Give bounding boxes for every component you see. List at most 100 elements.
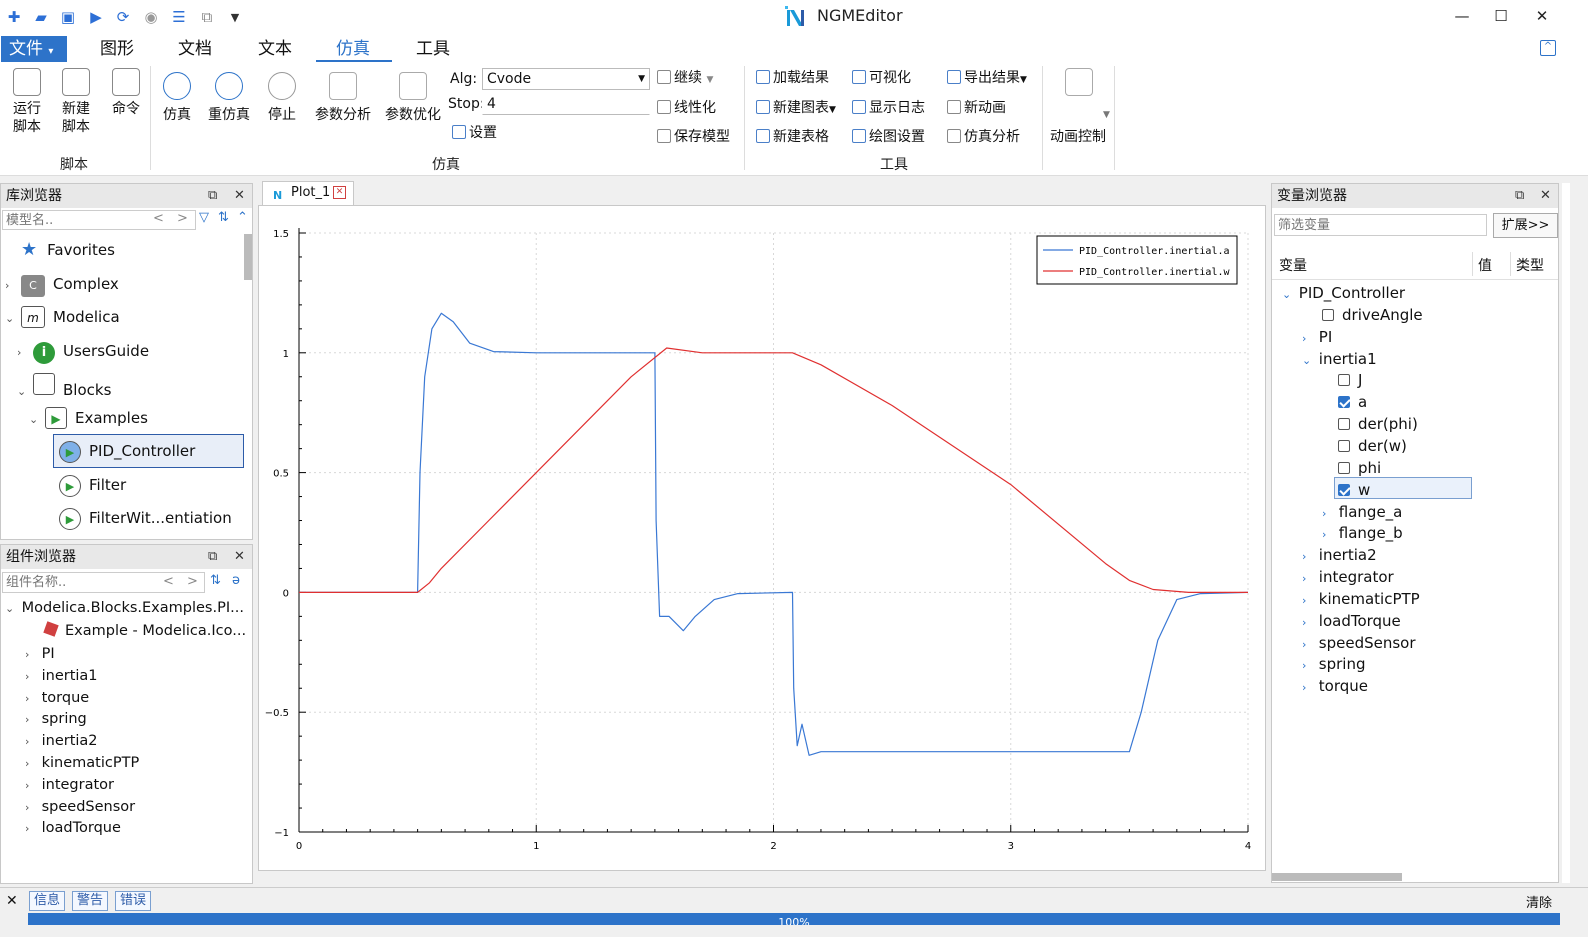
- component-item[interactable]: › spring: [25, 708, 87, 730]
- float-panel-icon[interactable]: ⧉: [208, 545, 217, 569]
- chevron-left-icon[interactable]: <: [163, 574, 174, 589]
- continue-button[interactable]: 继续 ▼: [657, 67, 713, 89]
- collapse-ribbon-icon[interactable]: ^: [1540, 40, 1556, 56]
- filter-icon[interactable]: ▽: [199, 210, 209, 225]
- library-item-filter-diff[interactable]: ▶ FilterWit...entiation: [59, 507, 232, 530]
- component-item[interactable]: › inertia2: [25, 730, 98, 752]
- variable-filter-input[interactable]: [1274, 214, 1487, 236]
- visualize-button[interactable]: 可视化: [852, 67, 911, 89]
- stop-icon[interactable]: ◉: [141, 7, 161, 27]
- close-panel-icon[interactable]: ✕: [1540, 184, 1551, 208]
- sim-analysis-button[interactable]: 仿真分析: [947, 126, 1020, 148]
- column-variable[interactable]: 变量: [1279, 255, 1307, 275]
- variable-checkbox[interactable]: [1338, 374, 1350, 387]
- new-animation-button[interactable]: 新动画: [947, 97, 1006, 119]
- variable-row[interactable]: › torque: [1302, 675, 1368, 697]
- refresh-icon[interactable]: ǝ: [232, 573, 240, 588]
- variable-row[interactable]: › flange_b: [1322, 522, 1403, 544]
- new-chart-button[interactable]: 新建图表▼: [756, 97, 836, 119]
- variable-row[interactable]: › flange_a: [1322, 501, 1402, 523]
- component-item[interactable]: › loadTorque: [25, 817, 121, 839]
- plot-settings-button[interactable]: 绘图设置: [852, 126, 925, 148]
- tab-plot-1[interactable]: N Plot_1 ✕: [262, 181, 354, 205]
- variable-row[interactable]: a: [1338, 391, 1367, 413]
- sort-icon[interactable]: ⇅: [210, 573, 221, 588]
- variable-checkbox[interactable]: [1338, 439, 1350, 452]
- component-search-input[interactable]: [2, 572, 205, 593]
- variable-row[interactable]: › loadTorque: [1302, 610, 1401, 632]
- float-panel-icon[interactable]: ⧉: [208, 184, 217, 208]
- rerun-icon[interactable]: ⟳: [113, 7, 133, 27]
- component-example[interactable]: Example - Modelica.Ico...: [43, 620, 246, 642]
- variable-row[interactable]: driveAngle: [1322, 304, 1423, 326]
- component-item[interactable]: › inertia1: [25, 665, 98, 687]
- library-item-filter[interactable]: ▶ Filter: [59, 474, 126, 497]
- chevron-down-icon[interactable]: ▼: [1103, 110, 1110, 120]
- variable-row[interactable]: › PI: [1302, 326, 1332, 348]
- variable-row[interactable]: phi: [1338, 457, 1381, 479]
- collapse-all-icon[interactable]: ⌃: [237, 210, 248, 225]
- chevron-left-icon[interactable]: <: [153, 211, 164, 226]
- resimulate-button[interactable]: 重仿真: [204, 72, 254, 124]
- plot-area[interactable]: 0 1 2 3 4 1.5 1 0.5 0 −0.5 −1 PID_Controller.inerti…: [258, 205, 1266, 871]
- alg-select[interactable]: Cvode ▼: [482, 68, 650, 90]
- open-folder-icon[interactable]: ▰: [31, 7, 51, 27]
- export-results-button[interactable]: 导出结果▼: [947, 67, 1027, 89]
- variable-row[interactable]: ⌄ inertia1: [1302, 348, 1377, 370]
- param-opt-button[interactable]: 参数优化: [380, 72, 446, 124]
- component-root[interactable]: ⌄ Modelica.Blocks.Examples.PI...: [5, 597, 244, 619]
- variable-row[interactable]: › integrator: [1302, 566, 1394, 588]
- code-icon[interactable]: ⧉: [197, 7, 217, 27]
- chevron-right-icon[interactable]: >: [177, 211, 188, 226]
- settings-list-icon[interactable]: ☰: [169, 7, 189, 27]
- variable-row[interactable]: der(phi): [1338, 413, 1418, 435]
- show-log-button[interactable]: 显示日志: [852, 97, 925, 119]
- command-button[interactable]: 命令: [106, 68, 146, 118]
- param-analysis-button[interactable]: 参数分析: [310, 72, 376, 124]
- tab-graphics[interactable]: 图形: [94, 36, 140, 62]
- close-panel-icon[interactable]: ✕: [234, 184, 245, 208]
- close-messages-icon[interactable]: ✕: [6, 893, 18, 909]
- run-icon[interactable]: ▶: [86, 7, 106, 27]
- scrollbar-thumb[interactable]: [244, 234, 252, 280]
- tab-text[interactable]: 文本: [252, 36, 298, 62]
- column-type[interactable]: 类型: [1516, 255, 1544, 275]
- tab-error[interactable]: 错误: [115, 891, 152, 911]
- variable-row[interactable]: ⌄ PID_Controller: [1282, 282, 1405, 304]
- variable-checkbox[interactable]: [1322, 308, 1334, 321]
- component-item[interactable]: › integrator: [25, 774, 114, 796]
- variable-row[interactable]: w: [1338, 479, 1370, 501]
- component-item[interactable]: › PI: [25, 643, 55, 665]
- quick-access-dropdown-icon[interactable]: ▼: [225, 7, 245, 27]
- new-script-button[interactable]: 新建 脚本: [56, 68, 96, 136]
- column-value[interactable]: 值: [1478, 255, 1492, 275]
- settings-button[interactable]: 设置: [452, 122, 497, 144]
- library-item-examples[interactable]: ⌄ ▶ Examples: [29, 407, 148, 429]
- maximize-button[interactable]: ☐: [1489, 4, 1513, 28]
- library-item-pid-controller[interactable]: ▶ PID_Controller: [59, 440, 195, 463]
- component-item[interactable]: › kinematicPTP: [25, 752, 139, 774]
- tab-tools[interactable]: 工具: [410, 36, 456, 62]
- variable-checkbox[interactable]: [1338, 461, 1350, 474]
- close-window-button[interactable]: ✕: [1530, 4, 1554, 28]
- component-item[interactable]: › speedSensor: [25, 796, 135, 818]
- variable-checkbox[interactable]: [1338, 418, 1350, 431]
- minimize-button[interactable]: —: [1450, 4, 1474, 28]
- library-item-blocks[interactable]: ⌄ Blocks: [17, 373, 111, 399]
- variable-row[interactable]: › inertia2: [1302, 544, 1377, 566]
- chevron-right-icon[interactable]: >: [187, 574, 198, 589]
- variable-row[interactable]: J: [1338, 369, 1362, 391]
- close-tab-icon[interactable]: ✕: [333, 186, 346, 199]
- load-results-button[interactable]: 加载结果: [756, 67, 829, 89]
- new-file-icon[interactable]: ✚: [4, 7, 24, 27]
- variable-row[interactable]: › kinematicPTP: [1302, 588, 1420, 610]
- linearize-button[interactable]: 线性化: [657, 97, 716, 119]
- library-search-input[interactable]: [2, 210, 196, 230]
- float-panel-icon[interactable]: ⧉: [1515, 184, 1524, 208]
- tab-warning[interactable]: 警告: [72, 891, 109, 911]
- stop-button[interactable]: 停止: [264, 72, 300, 124]
- variable-row[interactable]: › spring: [1302, 653, 1365, 675]
- clear-button[interactable]: 清除: [1526, 892, 1552, 911]
- tab-simulation[interactable]: 仿真: [330, 36, 376, 62]
- variable-row[interactable]: der(w): [1338, 435, 1407, 457]
